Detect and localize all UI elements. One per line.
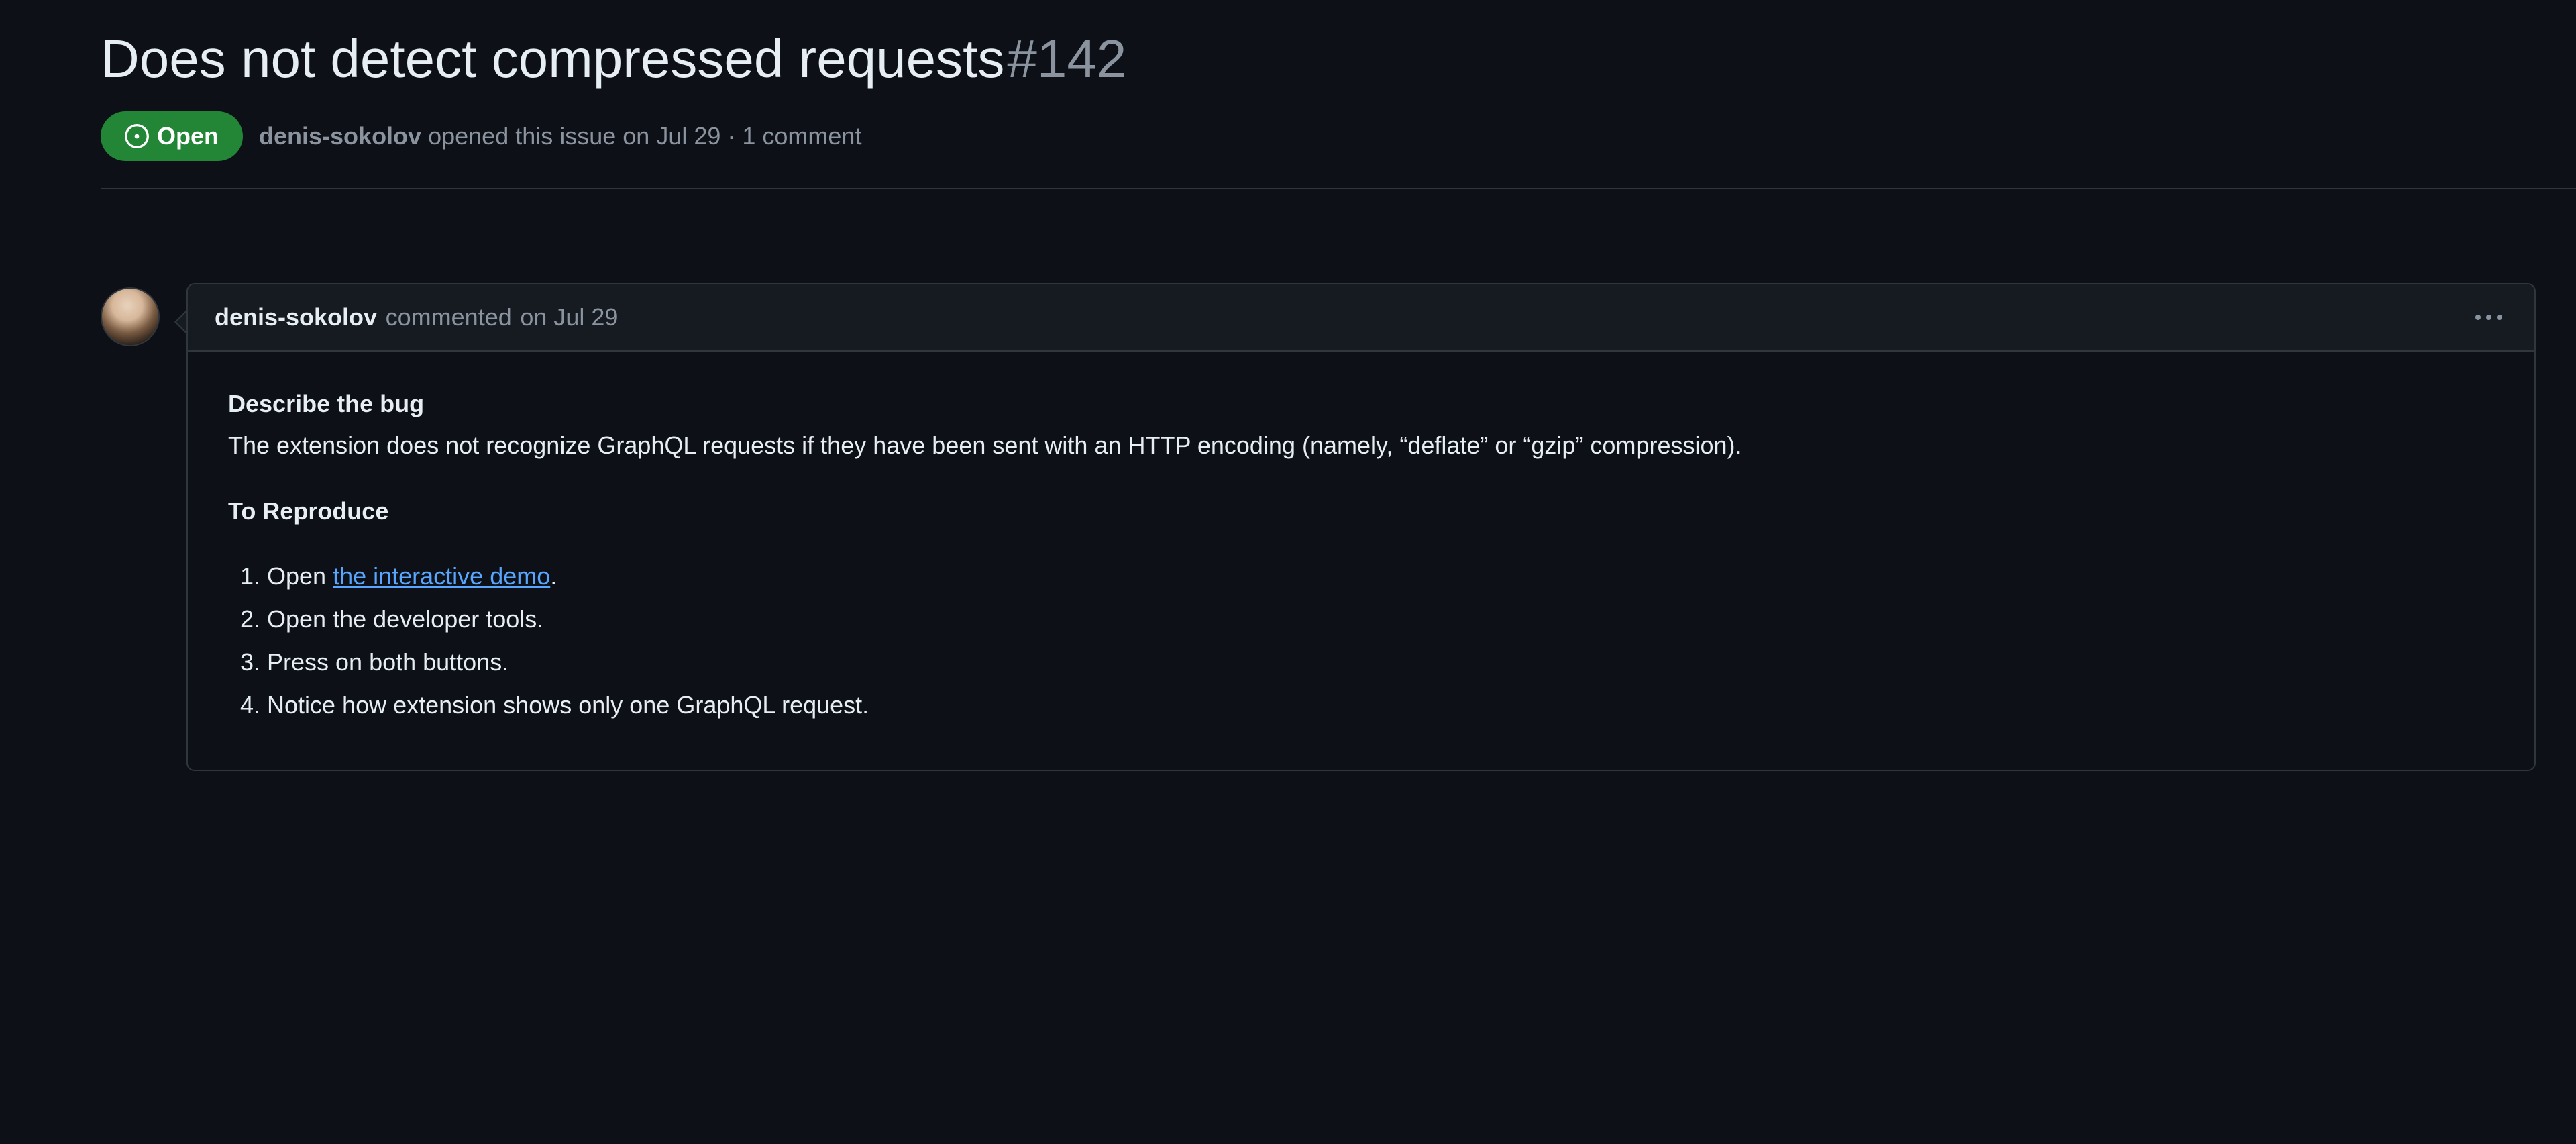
reproduce-steps-list: Open the interactive demo. Open the deve… (228, 558, 2494, 723)
step-text: Press on both buttons. (267, 648, 508, 676)
issue-meta-date[interactable]: on Jul 29 (623, 122, 720, 150)
avatar[interactable] (101, 287, 160, 346)
step-text: Open the developer tools. (267, 605, 543, 633)
issue-open-icon (125, 124, 149, 148)
step-text: Open (267, 562, 333, 590)
issue-meta-separator: · (720, 122, 742, 150)
comment-action-text: commented (386, 303, 512, 331)
comment-author-link[interactable]: denis-sokolov (215, 303, 377, 331)
comment-caret (174, 310, 186, 334)
kebab-dot-icon (2475, 315, 2481, 320)
list-item: Open the developer tools. (267, 601, 2494, 638)
issue-meta: denis-sokolov opened this issue on Jul 2… (259, 122, 861, 150)
issue-meta-opened: opened this issue (421, 122, 623, 150)
comment-header: denis-sokolov commented on Jul 29 (188, 284, 2534, 352)
list-item: Notice how extension shows only one Grap… (267, 686, 2494, 724)
issue-meta-comments: 1 comment (742, 122, 861, 150)
describe-bug-text: The extension does not recognize GraphQL… (228, 427, 2494, 464)
status-badge-label: Open (157, 122, 219, 150)
comment-date-link[interactable]: on Jul 29 (520, 303, 618, 331)
status-badge-open: Open (101, 111, 243, 161)
issue-number: #142 (1007, 27, 1126, 91)
list-item: Open the interactive demo. (267, 558, 2494, 595)
kebab-dot-icon (2486, 315, 2491, 320)
kebab-dot-icon (2497, 315, 2502, 320)
step-text: . (550, 562, 557, 590)
interactive-demo-link[interactable]: the interactive demo (333, 562, 550, 590)
list-item: Press on both buttons. (267, 643, 2494, 681)
comment-body: Describe the bug The extension does not … (188, 352, 2534, 770)
step-text: Notice how extension shows only one Grap… (267, 691, 869, 719)
heading-to-reproduce: To Reproduce (228, 492, 2494, 530)
issue-author-link[interactable]: denis-sokolov (259, 122, 421, 150)
comment-box: denis-sokolov commented on Jul 29 Descri… (186, 283, 2536, 771)
heading-describe-bug: Describe the bug (228, 385, 2494, 423)
issue-title: Does not detect compressed requests (101, 27, 1004, 91)
comment-actions-menu[interactable] (2470, 309, 2508, 325)
issue-header: Does not detect compressed requests #142… (0, 27, 2576, 161)
